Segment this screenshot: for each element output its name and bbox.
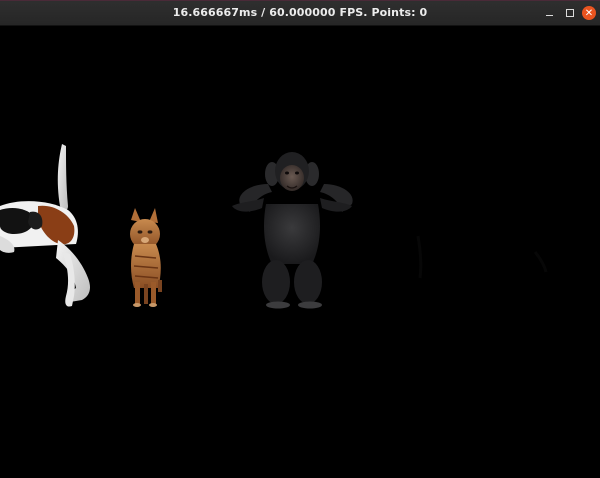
close-button[interactable]: ✕ xyxy=(582,6,596,20)
minimize-button[interactable] xyxy=(541,5,557,21)
faint-object xyxy=(416,235,548,279)
close-icon: ✕ xyxy=(584,7,594,19)
app-window: 16.666667ms / 60.000000 FPS. Points: 0 ✕ xyxy=(0,0,600,478)
cat-model xyxy=(130,208,162,307)
minimize-icon xyxy=(545,14,553,16)
maximize-button[interactable] xyxy=(562,5,578,21)
scene-canvas xyxy=(0,144,548,309)
chimpanzee-model xyxy=(232,152,353,309)
maximize-icon xyxy=(566,9,574,17)
dog-model xyxy=(0,144,90,307)
render-viewport[interactable] xyxy=(0,26,600,478)
window-title: 16.666667ms / 60.000000 FPS. Points: 0 xyxy=(172,6,428,19)
title-bar[interactable]: 16.666667ms / 60.000000 FPS. Points: 0 ✕ xyxy=(0,0,600,26)
